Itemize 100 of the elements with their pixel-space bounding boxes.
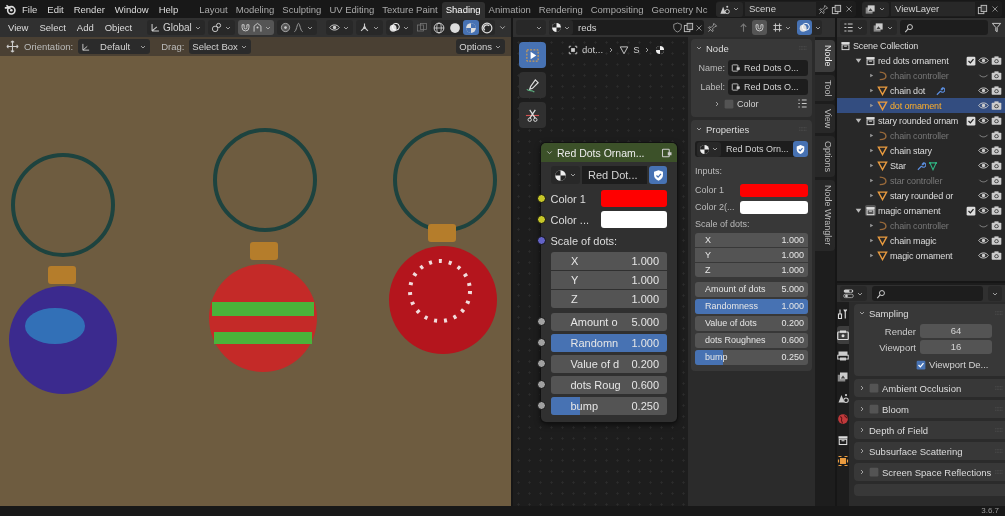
eye-icon[interactable] xyxy=(978,160,989,171)
parent-arrow-icon[interactable] xyxy=(738,22,749,33)
eye-icon[interactable] xyxy=(978,205,989,216)
camera-icon[interactable] xyxy=(991,175,1002,186)
sidebar-tab[interactable]: Options xyxy=(815,136,835,178)
socket-dot[interactable] xyxy=(536,194,546,203)
workspace-tab[interactable]: Modeling xyxy=(231,2,279,18)
slider-field[interactable]: Randomn 1.000 xyxy=(550,333,667,352)
overlay-dropdown[interactable] xyxy=(386,20,413,35)
shading-mode-button[interactable] xyxy=(463,20,479,35)
number-field[interactable]: 64 xyxy=(920,324,992,338)
panel-title[interactable]: Node xyxy=(706,42,795,54)
arc-icon[interactable] xyxy=(877,175,888,186)
tool-button[interactable] xyxy=(519,102,546,128)
chevron-right-icon[interactable] xyxy=(858,426,866,434)
collapsed-triangle-icon[interactable] xyxy=(868,102,875,109)
color-swatch[interactable] xyxy=(600,211,667,228)
material-browse-button[interactable] xyxy=(549,20,573,35)
eye-icon[interactable] xyxy=(978,55,989,66)
expand-triangle-icon[interactable] xyxy=(854,206,863,215)
camera-icon[interactable] xyxy=(991,85,1002,96)
panel-title[interactable]: Properties xyxy=(706,123,795,135)
camera-icon[interactable] xyxy=(991,130,1002,141)
camera-icon[interactable] xyxy=(991,115,1002,126)
pin-icon[interactable] xyxy=(818,3,829,15)
workspace-tab[interactable]: Animation xyxy=(484,2,535,18)
socket-dot[interactable] xyxy=(536,317,546,326)
copy-icon[interactable] xyxy=(831,3,842,15)
visibility-dropdown[interactable] xyxy=(326,20,353,35)
camera-icon[interactable] xyxy=(991,235,1002,246)
overlay-dropdown[interactable] xyxy=(797,20,822,35)
view-layer-dropdown[interactable] xyxy=(870,20,897,35)
scene-selector-button[interactable] xyxy=(716,1,743,17)
gizmo-dropdown[interactable] xyxy=(356,20,383,35)
camera-icon[interactable] xyxy=(991,100,1002,111)
tree-item-label[interactable]: red dots ornament xyxy=(878,55,949,66)
shield-icon[interactable] xyxy=(672,22,683,33)
panel-title[interactable]: Ambient Occlusion xyxy=(882,382,992,394)
camera-icon[interactable] xyxy=(991,250,1002,261)
camera-icon[interactable] xyxy=(991,220,1002,231)
color-swatch[interactable] xyxy=(740,183,808,197)
collapsed-triangle-icon[interactable] xyxy=(868,132,875,139)
camera-icon[interactable] xyxy=(991,55,1002,66)
material-browse-button[interactable] xyxy=(551,166,580,184)
filter-icon[interactable] xyxy=(991,22,1002,33)
checkbox-icon[interactable] xyxy=(869,467,879,477)
eye-icon[interactable] xyxy=(978,145,989,156)
arc-icon[interactable] xyxy=(877,220,888,231)
chevron-down-icon[interactable] xyxy=(695,125,703,133)
eye-icon[interactable] xyxy=(978,115,989,126)
tree-item-label[interactable]: stary rounded ornam xyxy=(878,115,959,126)
expand-triangle-icon[interactable] xyxy=(854,116,863,125)
checkbox-label[interactable]: Viewport De... xyxy=(929,359,989,370)
collapsed-triangle-icon[interactable] xyxy=(868,237,875,244)
close-icon[interactable] xyxy=(844,4,854,14)
workspace-tab[interactable]: UV Editing xyxy=(325,2,379,18)
tool-button[interactable] xyxy=(519,72,546,98)
wrench-icon[interactable] xyxy=(935,85,946,96)
camera-icon[interactable] xyxy=(991,145,1002,156)
number-field[interactable]: X 1.000 xyxy=(551,252,667,270)
wrench-icon[interactable] xyxy=(915,160,926,171)
checkbox-icon[interactable] xyxy=(869,383,879,393)
menu-item[interactable]: Window xyxy=(109,3,154,15)
move-icon[interactable] xyxy=(6,40,19,53)
number-field[interactable]: Amount o 5.000 xyxy=(550,312,667,331)
proportional-edit-button[interactable] xyxy=(276,20,317,35)
shading-mode-button[interactable] xyxy=(479,20,495,35)
copy-icon[interactable] xyxy=(683,22,694,33)
sidebar-tab[interactable]: Tool xyxy=(815,74,835,102)
socket-dot[interactable] xyxy=(536,215,546,224)
copy-icon[interactable] xyxy=(977,3,988,15)
workspace-tab[interactable]: Texture Paint xyxy=(378,2,442,18)
socket-dot[interactable] xyxy=(536,359,546,368)
workspace-tab[interactable]: Shading xyxy=(441,2,485,18)
chevron-right-icon[interactable] xyxy=(858,447,866,455)
checkbox-icon[interactable] xyxy=(869,404,879,414)
expand-triangle-icon[interactable] xyxy=(854,56,863,65)
collection-box-icon[interactable] xyxy=(865,115,876,126)
collapsed-triangle-icon[interactable] xyxy=(868,192,875,199)
menu-item[interactable]: View xyxy=(4,22,33,33)
tree-item-label[interactable]: chain dot xyxy=(890,85,926,96)
fake-user-button[interactable] xyxy=(793,141,808,157)
arc-icon[interactable] xyxy=(877,70,888,81)
close-icon[interactable] xyxy=(694,22,704,33)
number-field[interactable]: Amount of dots 5.000 xyxy=(695,281,808,297)
panel-title[interactable]: Depth of Field xyxy=(869,424,992,436)
number-field[interactable]: 16 xyxy=(920,340,992,354)
number-field[interactable]: Z 1.000 xyxy=(551,290,667,308)
x-ray-icon[interactable] xyxy=(416,21,428,34)
camera-icon[interactable] xyxy=(991,160,1002,171)
chevron-right-icon[interactable] xyxy=(858,468,866,476)
eye-icon[interactable] xyxy=(978,250,989,261)
chevron-down-icon[interactable] xyxy=(858,309,866,317)
menu-item[interactable]: Object xyxy=(100,22,137,33)
logo-icon[interactable] xyxy=(4,2,17,16)
socket-dot[interactable] xyxy=(536,380,546,389)
number-field[interactable]: Z 1.000 xyxy=(695,263,808,277)
search-field[interactable] xyxy=(900,20,988,35)
socket-dot[interactable] xyxy=(536,236,546,245)
material-browse-button[interactable] xyxy=(697,141,721,157)
